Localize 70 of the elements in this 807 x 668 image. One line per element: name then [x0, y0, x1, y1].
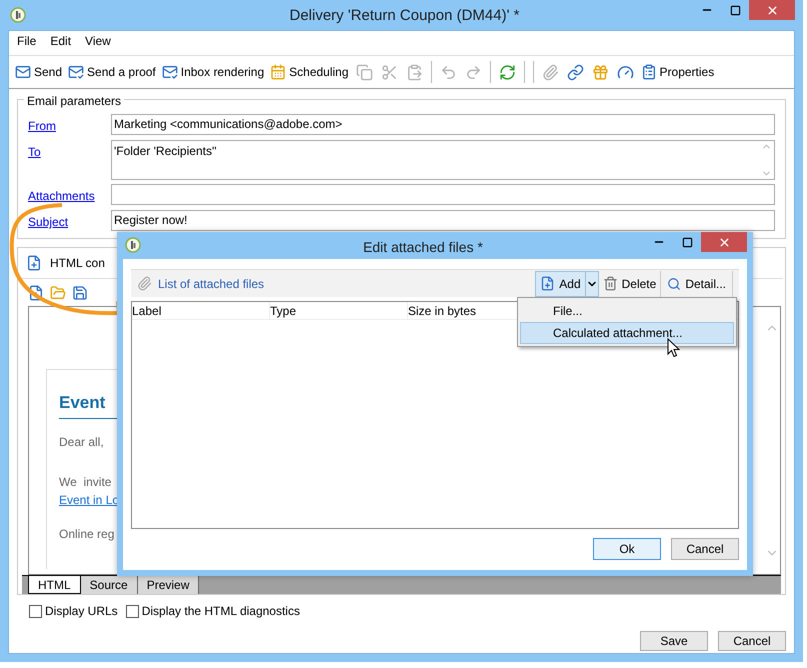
dialog-title: Edit attached files * — [362, 238, 484, 257]
field-link[interactable]: From — [28, 114, 111, 135]
paste-icon — [406, 64, 423, 80]
toolbar-button[interactable]: Properties — [638, 60, 718, 84]
copy-icon — [356, 64, 373, 80]
toolbar-button[interactable]: Scheduling — [267, 60, 352, 84]
checkbox[interactable] — [126, 604, 139, 618]
email-text: Online reg — [59, 526, 116, 542]
toolbar-button[interactable]: Send — [12, 60, 66, 84]
close-button[interactable] — [701, 232, 747, 252]
dialog-button[interactable]: Cancel — [718, 631, 786, 651]
add-file-icon — [540, 276, 556, 291]
close-button[interactable] — [749, 0, 795, 20]
input-field[interactable] — [111, 184, 775, 205]
paperclip-icon — [137, 276, 152, 291]
scissors-icon — [380, 64, 398, 80]
field-link[interactable]: Subject — [28, 210, 111, 231]
checkbox[interactable] — [29, 604, 42, 618]
menu-item[interactable]: File — [11, 32, 42, 50]
dialog-button[interactable]: Cancel — [671, 538, 739, 560]
input-field[interactable]: Marketing <communications@adobe.com> — [111, 114, 775, 135]
menu-item[interactable]: Calculated attachment... — [520, 322, 734, 344]
toolbar-button[interactable]: Send a proof — [65, 60, 159, 84]
paperclip-icon — [542, 64, 559, 80]
checkbox-label: Display the HTML diagnostics — [142, 603, 300, 620]
input-field[interactable]: Register now! — [111, 210, 775, 231]
trash-icon — [602, 276, 618, 291]
column-header[interactable]: Label — [132, 302, 270, 319]
mail-check-icon — [68, 64, 84, 80]
toolbar-button[interactable]: Inbox rendering — [158, 60, 268, 84]
link-icon — [566, 64, 584, 80]
close-icon — [766, 4, 778, 16]
view-tab[interactable]: Preview — [138, 576, 200, 594]
mail-icon — [15, 64, 31, 80]
refresh-icon — [498, 64, 516, 80]
field-link[interactable]: Attachments — [28, 184, 111, 205]
search-icon — [667, 276, 682, 290]
save-icon[interactable] — [72, 284, 88, 300]
html-file-icon — [26, 255, 42, 271]
view-tab[interactable]: HTML — [28, 576, 81, 594]
undo-icon — [440, 64, 457, 80]
gauge-icon — [616, 64, 634, 80]
dialog-button[interactable]: Save — [640, 631, 708, 651]
app-logo-icon — [10, 7, 26, 23]
maximize-icon — [730, 4, 740, 16]
content-tab[interactable]: HTML con — [50, 254, 105, 272]
dialog-button[interactable]: Ok — [593, 538, 661, 560]
to-field[interactable]: 'Folder 'Recipients'' — [111, 140, 775, 180]
mail-check-icon — [162, 64, 178, 80]
calendar-icon — [270, 64, 286, 80]
close-icon — [718, 236, 730, 248]
mouse-cursor-icon — [667, 338, 681, 358]
field-link[interactable]: To — [28, 140, 111, 161]
redo-icon — [464, 64, 482, 80]
field-value: 'Folder 'Recipients'' — [114, 144, 217, 158]
email-greeting: Dear all, — [59, 434, 105, 450]
view-tab[interactable]: Source — [80, 576, 138, 594]
app-logo-icon — [125, 237, 141, 253]
checkbox-label: Display URLs — [45, 603, 118, 620]
list-link[interactable]: List of attached files — [158, 274, 264, 292]
folder-icon[interactable] — [50, 284, 66, 300]
window-title: Delivery 'Return Coupon (DM44)' * — [288, 6, 520, 26]
menu-item[interactable]: Edit — [44, 32, 78, 50]
new-file-icon[interactable] — [28, 284, 44, 300]
clipboard-icon — [640, 64, 657, 80]
column-header[interactable]: Type — [270, 302, 408, 319]
maximize-icon — [682, 236, 692, 248]
menu-item[interactable]: View — [79, 32, 117, 50]
gift-icon — [592, 64, 609, 80]
email-text: We invite — [59, 474, 112, 490]
